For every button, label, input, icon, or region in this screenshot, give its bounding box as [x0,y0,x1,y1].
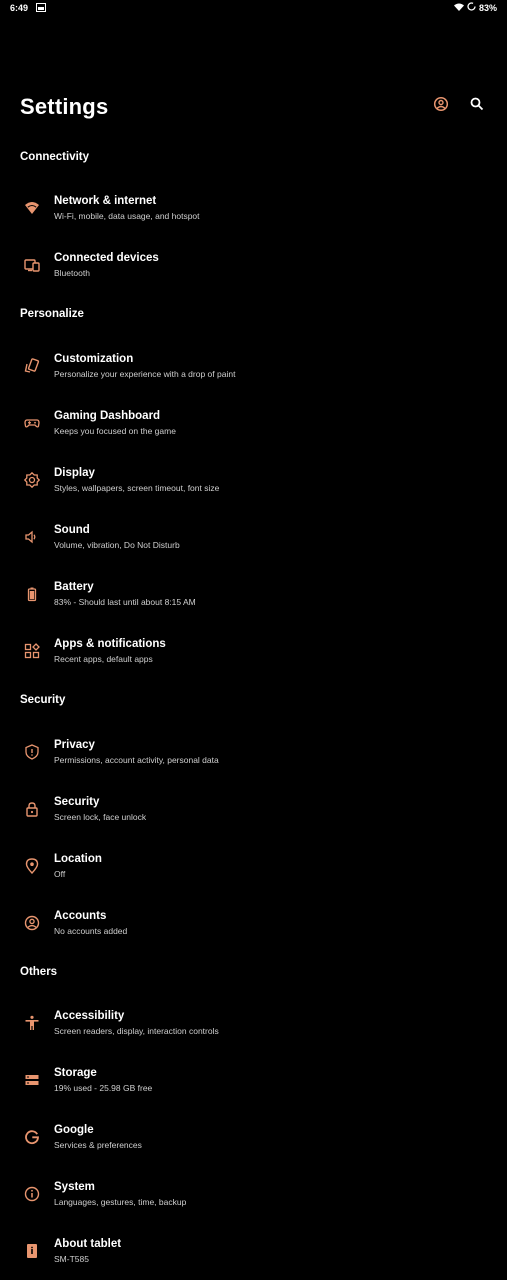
item-subtitle: Styles, wallpapers, screen timeout, font… [54,483,220,493]
item-label: Customization [54,353,134,365]
battery-percent: 83% [478,2,497,13]
settings-item-apps-notifications[interactable]: Apps & notifications Recent apps, defaul… [0,638,507,688]
section-header-others: Others [20,966,58,978]
info-icon [24,1186,40,1202]
item-label: About tablet [54,1238,122,1250]
item-subtitle: No accounts added [54,926,128,936]
wifi-icon [24,200,40,216]
item-subtitle: Off [54,869,66,879]
item-label: Gaming Dashboard [54,410,161,422]
google-icon [24,1129,40,1145]
item-label: Accounts [54,910,107,922]
item-label: Sound [54,524,90,536]
settings-item-battery[interactable]: Battery 83% - Should last until about 8:… [0,581,507,631]
brightness-icon [24,472,40,488]
section-header-connectivity: Connectivity [20,151,90,163]
accessibility-icon [24,1015,40,1031]
devices-icon [24,257,40,273]
location-pin-icon [24,858,40,874]
item-label: Network & internet [54,195,157,207]
item-label: Location [54,853,102,865]
item-subtitle: SM-T585 [54,1254,89,1264]
item-label: Privacy [54,739,95,751]
screenshot-notification-icon [36,3,46,12]
item-subtitle: Screen readers, display, interaction con… [54,1026,219,1036]
profile-icon[interactable] [433,96,449,112]
tablet-info-icon [24,1243,40,1259]
status-time: 6:49 [10,3,29,13]
page-title: Settings [20,94,109,119]
volume-icon [24,529,40,545]
palette-icon [24,358,40,374]
item-label: Google [54,1124,94,1136]
status-right-group: 83% [453,2,497,13]
settings-item-accessibility[interactable]: Accessibility Screen readers, display, i… [0,1010,507,1060]
item-subtitle: Volume, vibration, Do Not Disturb [54,540,180,550]
item-label: Accessibility [54,1010,125,1022]
gamepad-icon [24,415,40,431]
item-subtitle: Bluetooth [54,268,90,278]
item-label: Security [54,796,100,808]
section-header-personalize: Personalize [20,308,84,320]
item-label: Storage [54,1067,97,1079]
settings-item-location[interactable]: Location Off [0,853,507,903]
item-label: Connected devices [54,252,159,264]
settings-item-customization[interactable]: Customization Personalize your experienc… [0,353,507,403]
section-header-security: Security [20,694,66,706]
item-subtitle: 19% used - 25.98 GB free [54,1083,153,1093]
settings-item-network-internet[interactable]: Network & internet Wi-Fi, mobile, data u… [0,195,507,245]
settings-item-sound[interactable]: Sound Volume, vibration, Do Not Disturb [0,524,507,574]
item-subtitle: Personalize your experience with a drop … [54,369,236,379]
item-subtitle: 83% - Should last until about 8:15 AM [54,597,196,607]
item-subtitle: Wi-Fi, mobile, data usage, and hotspot [54,211,200,221]
item-subtitle: Services & preferences [54,1140,142,1150]
item-label: System [54,1181,95,1193]
apps-icon [24,643,40,659]
item-label: Apps & notifications [54,638,166,650]
settings-item-gaming-dashboard[interactable]: Gaming Dashboard Keeps you focused on th… [0,410,507,460]
settings-item-accounts[interactable]: Accounts No accounts added [0,910,507,960]
item-subtitle: Languages, gestures, time, backup [54,1197,187,1207]
item-label: Display [54,467,95,479]
settings-item-storage[interactable]: Storage 19% used - 25.98 GB free [0,1067,507,1117]
settings-item-privacy[interactable]: Privacy Permissions, account activity, p… [0,739,507,789]
wifi-status-icon [453,3,464,13]
item-subtitle: Keeps you focused on the game [54,426,176,436]
lock-icon [24,801,40,817]
settings-item-display[interactable]: Display Styles, wallpapers, screen timeo… [0,467,507,517]
privacy-shield-icon [24,744,40,760]
settings-item-system[interactable]: System Languages, gestures, time, backup [0,1181,507,1231]
item-subtitle: Permissions, account activity, personal … [54,755,219,765]
storage-icon [24,1072,40,1088]
account-circle-icon [24,915,40,931]
battery-icon [24,586,40,602]
search-icon[interactable] [469,96,485,112]
settings-item-security[interactable]: Security Screen lock, face unlock [0,796,507,846]
battery-status-icon [467,2,476,13]
settings-item-about-tablet[interactable]: About tablet SM-T585 [0,1238,507,1280]
settings-item-connected-devices[interactable]: Connected devices Bluetooth [0,252,507,302]
item-subtitle: Recent apps, default apps [54,654,153,664]
item-label: Battery [54,581,94,593]
status-bar: 6:49 83% [0,0,507,16]
settings-item-google[interactable]: Google Services & preferences [0,1124,507,1174]
item-subtitle: Screen lock, face unlock [54,812,147,822]
